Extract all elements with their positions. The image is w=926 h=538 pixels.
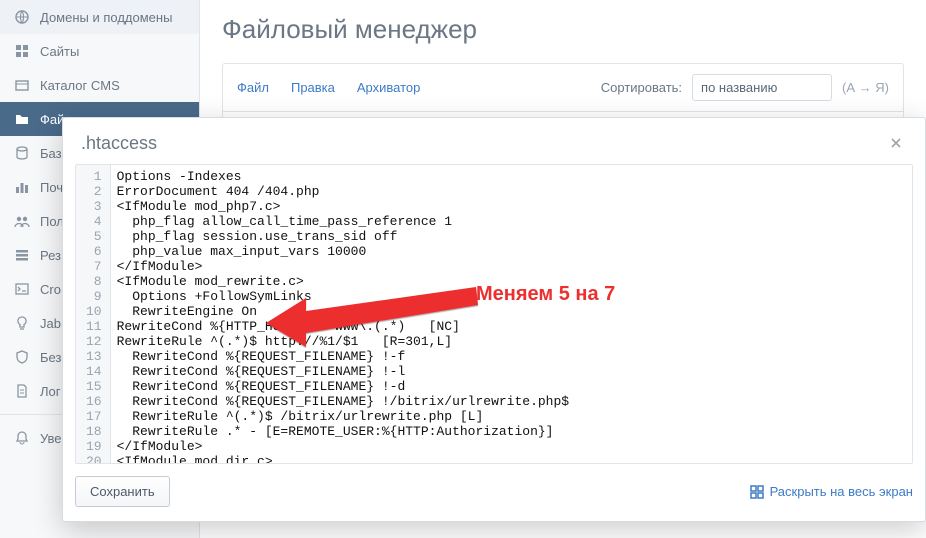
menu-archive[interactable]: Архиватор — [357, 80, 421, 95]
sidebar-item-label: Без — [40, 350, 61, 365]
code-line: </IfModule> — [117, 439, 906, 454]
code-line: php_value max_input_vars 10000 — [117, 244, 906, 259]
modal-title: .htaccess — [81, 133, 157, 154]
shield-icon — [14, 349, 30, 365]
doc-icon — [14, 383, 30, 399]
code-line: Options +FollowSymLinks — [117, 289, 906, 304]
box-icon — [14, 77, 30, 93]
code-line: php_flag allow_call_time_pass_reference … — [117, 214, 906, 229]
save-button[interactable]: Сохранить — [75, 476, 170, 507]
sidebar-item-label: Поч — [40, 180, 63, 195]
code-line: RewriteCond %{REQUEST_FILENAME} !-l — [117, 364, 906, 379]
code-line: <IfModule mod_rewrite.c> — [117, 274, 906, 289]
sidebar-item-label: Пол — [40, 214, 64, 229]
stats-icon — [14, 179, 30, 195]
modal-close-button[interactable] — [885, 132, 907, 154]
sidebar-item-label: Домены и поддомены — [40, 10, 172, 25]
sidebar-item-label: Баз — [40, 146, 62, 161]
code-line: <IfModule mod_dir.c> — [117, 454, 906, 463]
menu-edit[interactable]: Правка — [291, 80, 335, 95]
close-icon — [891, 138, 901, 148]
terminal-icon — [14, 281, 30, 297]
sidebar-item-label: Сайты — [40, 44, 79, 59]
code-line: ErrorDocument 404 /404.php — [117, 184, 906, 199]
expand-link[interactable]: Раскрыть на весь экран — [750, 484, 913, 499]
editor-modal: .htaccess 123456789101112131415161718192… — [62, 117, 926, 522]
sort-select[interactable]: по названию — [692, 74, 832, 101]
sidebar-item-label: Cro — [40, 282, 61, 297]
toolbar-menu: Файл Правка Архиватор — [237, 80, 420, 95]
sort-direction[interactable]: (А → Я) — [842, 80, 889, 95]
sidebar-item-2[interactable]: Каталог CMS — [0, 68, 199, 102]
sidebar-item-label: Jab — [40, 316, 61, 331]
code-line: RewriteCond %{REQUEST_FILENAME} !-f — [117, 349, 906, 364]
page-title: Файловый менеджер — [222, 14, 904, 45]
sidebar-item-label: Каталог CMS — [40, 78, 120, 93]
code-line: <IfModule mod_php7.c> — [117, 199, 906, 214]
expand-icon — [750, 485, 764, 499]
sidebar-item-label: Лог — [40, 384, 61, 399]
stack-icon — [14, 247, 30, 263]
sidebar-item-label: Уве — [40, 431, 62, 446]
sidebar-item-label: Фай — [40, 112, 64, 127]
users-icon — [14, 213, 30, 229]
toolbar: Файл Правка Архиватор Сортировать: по на… — [222, 63, 904, 112]
sidebar-item-1[interactable]: Сайты — [0, 34, 199, 68]
code-line: RewriteRule ^(.*)$ http://%1/$1 [R=301,L… — [117, 334, 906, 349]
grid-icon — [14, 43, 30, 59]
bell-icon — [14, 430, 30, 446]
line-gutter: 1234567891011121314151617181920212223 — [76, 165, 111, 463]
code-line: </IfModule> — [117, 259, 906, 274]
bulb-icon — [14, 315, 30, 331]
code-line: RewriteCond %{REQUEST_FILENAME} !-d — [117, 379, 906, 394]
code-line: RewriteCond %{REQUEST_FILENAME} !/bitrix… — [117, 394, 906, 409]
code-line: RewriteRule ^(.*)$ /bitrix/urlrewrite.ph… — [117, 409, 906, 424]
code-line: RewriteEngine On — [117, 304, 906, 319]
folder-icon — [14, 111, 30, 127]
globe-icon — [14, 9, 30, 25]
expand-label: Раскрыть на весь экран — [770, 484, 913, 499]
code-line: RewriteRule .* - [E=REMOTE_USER:%{HTTP:A… — [117, 424, 906, 439]
database-icon — [14, 145, 30, 161]
code-line: php_flag session.use_trans_sid off — [117, 229, 906, 244]
sidebar-item-0[interactable]: Домены и поддомены — [0, 0, 199, 34]
sort-label: Сортировать: — [601, 80, 682, 95]
code-area[interactable]: Options -IndexesErrorDocument 404 /404.p… — [111, 165, 912, 463]
code-editor[interactable]: 1234567891011121314151617181920212223 Op… — [75, 164, 913, 464]
sidebar-item-label: Рез — [40, 248, 61, 263]
code-line: RewriteCond %{HTTP_HOST} ^www\.(.*) [NC] — [117, 319, 906, 334]
menu-file[interactable]: Файл — [237, 80, 269, 95]
code-line: Options -Indexes — [117, 169, 906, 184]
